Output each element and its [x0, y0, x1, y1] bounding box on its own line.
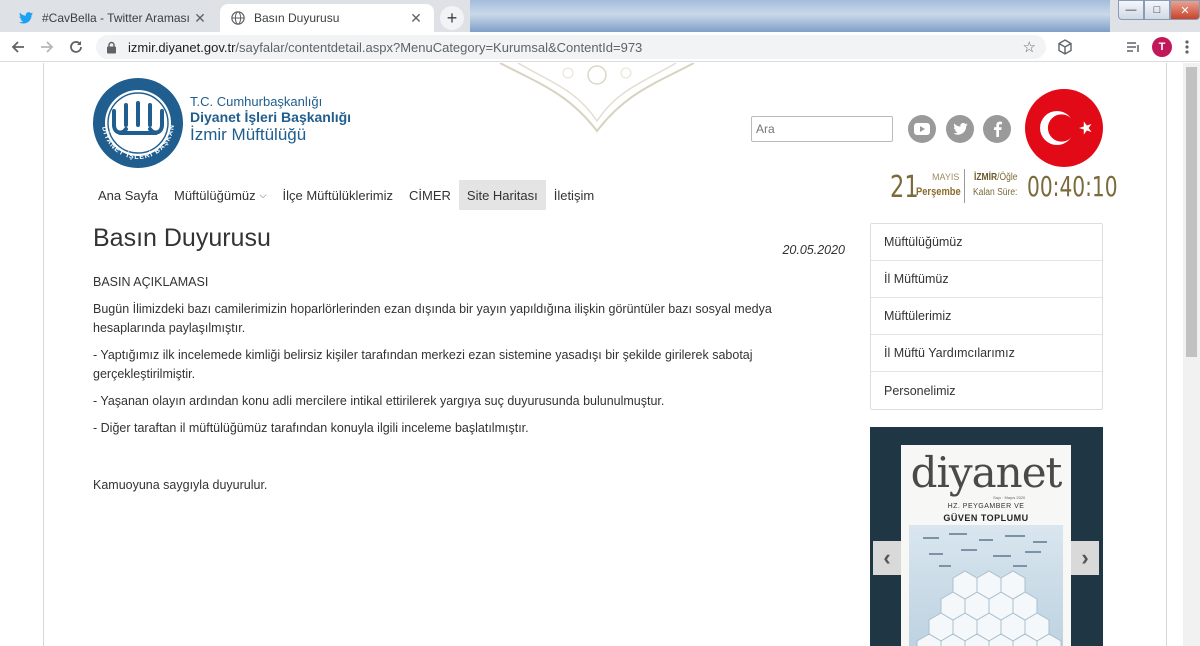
- back-arrow-icon: [11, 41, 24, 53]
- reload-icon: [70, 41, 82, 53]
- brand-line-3: İzmir Müftülüğü: [190, 125, 307, 144]
- diyanet-logo[interactable]: DİYANET İŞLERİ BAŞKANLIĞI: [90, 75, 186, 171]
- site-search: [751, 116, 927, 142]
- header-ornament: [499, 63, 695, 133]
- sidebar-menu: Müftülüğümüz İl Müftümüz Müftülerimiz İl…: [870, 223, 1103, 410]
- article-spacer: [93, 446, 845, 476]
- browser-tab-twitter[interactable]: #CavBella - Twitter Araması / Twi ✕: [8, 4, 218, 32]
- twitter-icon: [18, 10, 34, 26]
- prayer-month: MAYIS: [932, 172, 960, 182]
- reading-list-icon[interactable]: [1124, 38, 1142, 56]
- tab-title: #CavBella - Twitter Araması / Twi: [42, 11, 192, 25]
- reload-button[interactable]: [66, 37, 86, 57]
- article-closing: Kamuoyuna saygıyla duyurulur.: [93, 478, 268, 492]
- tab-title: Basın Duyurusu: [254, 11, 340, 25]
- article-paragraph: Bugün İlimizdeki bazı camilerimizin hopa…: [93, 302, 772, 335]
- prayer-time-widget: 21 MAYIS Perşembe İZMİR/Öğle Kalan Süre:…: [888, 166, 1118, 206]
- close-tab-icon[interactable]: ✕: [408, 10, 424, 26]
- prayer-day: 21: [890, 170, 919, 205]
- article: Basın Duyurusu 20.05.2020 BASIN AÇIKLAMA…: [93, 223, 845, 503]
- sidebar-item-muftulugumuz[interactable]: Müftülüğümüz: [871, 224, 1102, 261]
- article-paragraph: - Yaşanan olayın ardından konu adli merc…: [93, 394, 665, 408]
- desktop-background: [470, 0, 1110, 32]
- search-input[interactable]: [752, 118, 915, 140]
- menu-item-cimer[interactable]: CİMER: [401, 180, 459, 210]
- carousel-next-button[interactable]: ›: [1071, 541, 1099, 575]
- article-date: 20.05.2020: [782, 243, 845, 257]
- lock-icon: [106, 41, 120, 54]
- kebab-menu-icon[interactable]: [1178, 38, 1196, 56]
- browser-toolbar: izmir.diyanet.gov.tr/sayfalar/contentdet…: [0, 32, 1200, 62]
- magazine-subtitle-1: HZ. PEYGAMBER VE: [947, 503, 1025, 510]
- forward-arrow-icon: [41, 41, 54, 53]
- web-page: DİYANET İŞLERİ BAŞKANLIĞI T.C. Cumhurbaş…: [0, 63, 1200, 646]
- site-brand[interactable]: T.C. Cumhurbaşkanlığı Diyanet İşleri Baş…: [190, 95, 351, 145]
- magazine-meta: Sayı · Mayıs 2020: [993, 495, 1026, 500]
- menu-item-ana-sayfa[interactable]: Ana Sayfa: [90, 180, 166, 210]
- page-frame-left: [43, 63, 44, 646]
- browser-tab-active[interactable]: Basın Duyurusu ✕: [220, 4, 434, 32]
- page-scrollbar[interactable]: [1183, 63, 1200, 646]
- sidebar-item-il-muftumuz[interactable]: İl Müftümüz: [871, 261, 1102, 298]
- scrollbar-thumb[interactable]: [1186, 67, 1197, 357]
- page-title: Basın Duyurusu: [93, 224, 271, 252]
- facebook-icon[interactable]: [983, 115, 1011, 143]
- new-tab-button[interactable]: +: [440, 6, 464, 30]
- browser-tab-strip: #CavBella - Twitter Araması / Twi ✕ Bası…: [0, 0, 1200, 32]
- url-text: izmir.diyanet.gov.tr/sayfalar/contentdet…: [128, 39, 643, 55]
- magazine-cover[interactable]: diyanet Sayı · Mayıs 2020 HZ. PEYGAMBER …: [901, 445, 1071, 646]
- prayer-divider: [964, 169, 965, 203]
- magazine-title: diyanet: [910, 448, 1063, 497]
- extension-cube-icon[interactable]: [1056, 38, 1074, 56]
- minimize-window-button[interactable]: —: [1118, 0, 1144, 20]
- article-paragraph: BASIN AÇIKLAMASI: [93, 275, 209, 289]
- menu-item-site-haritasi[interactable]: Site Haritası: [458, 180, 546, 210]
- chevron-right-icon: ›: [1081, 545, 1089, 570]
- magazine-cover-art: [909, 525, 1063, 646]
- prayer-weekday: Perşembe: [916, 186, 961, 198]
- twitter-icon[interactable]: [946, 115, 974, 143]
- menu-item-muftulugumuz[interactable]: Müftülüğümüz ⌵: [166, 180, 274, 210]
- magazine-subtitle-2: GÜVEN TOPLUMU: [943, 513, 1029, 523]
- globe-icon: [230, 10, 246, 26]
- back-button[interactable]: [8, 37, 28, 57]
- carousel-prev-button[interactable]: ‹: [873, 541, 901, 575]
- chevron-left-icon: ‹: [883, 545, 891, 570]
- address-bar[interactable]: izmir.diyanet.gov.tr/sayfalar/contentdet…: [96, 35, 1046, 59]
- turkish-flag-emblem: [1025, 89, 1103, 167]
- close-window-button[interactable]: ✕: [1170, 0, 1200, 20]
- sidebar-item-personelimiz[interactable]: Personelimiz: [871, 372, 1102, 409]
- magazine-carousel: diyanet Sayı · Mayıs 2020 HZ. PEYGAMBER …: [870, 427, 1103, 646]
- brand-line-1: T.C. Cumhurbaşkanlığı: [190, 94, 323, 109]
- chevron-down-icon: ⌵: [259, 189, 267, 200]
- article-paragraph: - Diğer taraftan il müftülüğümüz tarafın…: [93, 421, 529, 435]
- bookmark-star-icon[interactable]: ☆: [1023, 38, 1036, 56]
- youtube-icon[interactable]: [908, 115, 936, 143]
- prayer-remaining-label: Kalan Süre:: [973, 187, 1018, 198]
- close-tab-icon[interactable]: ✕: [192, 10, 208, 26]
- prayer-city: İZMİR/Öğle: [974, 172, 1018, 183]
- sidebar-item-il-muftu-yardimcilarimiz[interactable]: İl Müftü Yardımcılarımız: [871, 335, 1102, 372]
- main-menu: Ana Sayfa Müftülüğümüz ⌵ İlçe Müftülükler…: [90, 180, 602, 210]
- brand-line-2: Diyanet İşleri Başkanlığı: [190, 109, 352, 125]
- menu-item-iletisim[interactable]: İletişim: [546, 180, 602, 210]
- article-paragraph: - Yaptığımız ilk incelemede kimliği beli…: [93, 348, 753, 381]
- profile-avatar[interactable]: T: [1152, 37, 1172, 57]
- page-frame-right: [1166, 63, 1167, 646]
- sidebar-item-muftulerimiz[interactable]: Müftülerimiz: [871, 298, 1102, 335]
- forward-button[interactable]: [37, 37, 57, 57]
- menu-item-ilce-muftuluklerimiz[interactable]: İlçe Müftülüklerimiz: [274, 180, 401, 210]
- maximize-window-button[interactable]: □: [1144, 0, 1170, 20]
- prayer-countdown: 00:40:10: [1027, 170, 1118, 203]
